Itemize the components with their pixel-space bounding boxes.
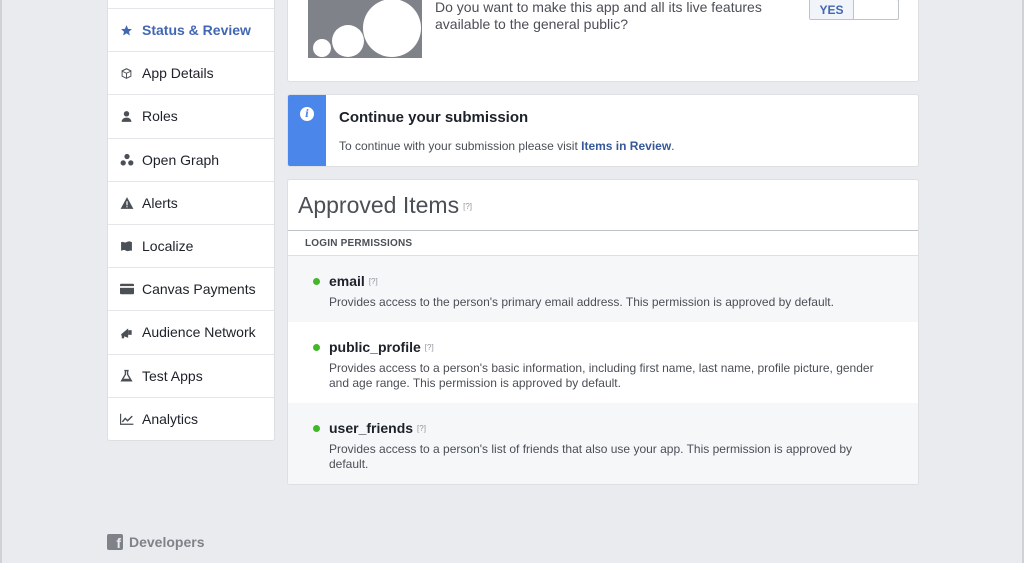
submission-text-end: . [671, 139, 675, 153]
permission-row-user-friends: user_friends [?] Provides access to a per… [288, 403, 918, 484]
footer-developers[interactable]: f Developers [107, 534, 204, 550]
permission-description: Provides access to the person's primary … [329, 295, 834, 309]
permission-description: Provides access to a person's list of fr… [329, 442, 852, 471]
sidebar-item-analytics[interactable]: Analytics [108, 398, 274, 441]
submission-text-lead: To continue with your submission please … [339, 139, 582, 153]
sidebar-item-localize[interactable]: Localize [108, 225, 274, 269]
sidebar-item-alerts[interactable]: Alerts [108, 182, 274, 225]
submission-title: Continue your submission [339, 109, 529, 126]
approved-status-dot [313, 278, 320, 285]
approved-status-dot [313, 425, 320, 432]
sidebar-item-label: Localize [142, 238, 194, 255]
permission-row-public-profile: public_profile [?] Provides access to a p… [288, 322, 918, 403]
permission-name: public_profile [329, 339, 421, 355]
sidebar-item-label: Status & Review [142, 22, 251, 39]
approved-status-dot [313, 344, 320, 351]
warning-icon [119, 195, 134, 210]
sidebar-item-status-review[interactable]: Status & Review [108, 9, 274, 53]
sidebar-item-app-details[interactable]: App Details [108, 52, 274, 96]
login-permissions-header: LOGIN PERMISSIONS [288, 230, 918, 256]
app-public-card: Do you want to make this app and all its… [287, 0, 919, 82]
items-in-review-link[interactable]: Items in Review [581, 139, 671, 153]
sidebar-item-label: Open Graph [142, 151, 220, 168]
permission-name: email [329, 273, 365, 289]
submission-info-card: i Continue your submission To continue w… [287, 94, 919, 167]
card-icon [119, 282, 134, 297]
chart-icon [119, 412, 134, 427]
sidebar-item-label: App Details [142, 65, 214, 82]
person-icon [119, 109, 134, 124]
footer-label: Developers [129, 534, 205, 550]
sidebar-item-audience-network[interactable]: Audience Network [108, 311, 274, 355]
flag-icon [119, 239, 134, 254]
info-strip: i [288, 95, 326, 166]
megaphone-icon [119, 325, 134, 340]
sidebar-item-label: Alerts [142, 194, 178, 211]
cube-icon [119, 66, 134, 81]
info-icon: i [300, 107, 314, 121]
sidebar-item-label: Roles [142, 108, 178, 125]
approved-items-title: Approved Items [?] [298, 192, 472, 219]
graph-nodes-icon [119, 152, 134, 167]
make-public-toggle[interactable]: YES [809, 0, 899, 20]
help-link[interactable]: [?] [369, 277, 378, 286]
help-link[interactable]: [?] [425, 343, 434, 352]
submission-text: To continue with your submission please … [339, 139, 675, 153]
sidebar-top [108, 0, 274, 9]
sidebar-item-roles[interactable]: Roles [108, 95, 274, 139]
toggle-yes[interactable]: YES [810, 0, 854, 19]
sidebar-item-label: Test Apps [142, 367, 203, 384]
permission-description: Provides access to a person's basic info… [329, 361, 874, 390]
sidebar-item-test-apps[interactable]: Test Apps [108, 355, 274, 398]
star-icon [119, 23, 134, 38]
sidebar: Status & Review App Details Roles Open G… [107, 0, 275, 441]
toggle-off-side[interactable] [854, 0, 898, 19]
flask-icon [119, 368, 134, 383]
sidebar-item-label: Analytics [142, 411, 199, 428]
sidebar-item-open-graph[interactable]: Open Graph [108, 139, 274, 182]
sidebar-item-label: Audience Network [142, 324, 256, 341]
help-link[interactable]: [?] [463, 202, 472, 211]
approved-title-text: Approved Items [298, 192, 460, 218]
facebook-logo-icon: f [107, 534, 123, 550]
permission-row-email: email [?] Provides access to the person's… [288, 256, 918, 322]
permission-name: user_friends [329, 420, 414, 436]
sidebar-item-label: Canvas Payments [142, 281, 256, 298]
help-link[interactable]: [?] [417, 424, 426, 433]
make-public-question: Do you want to make this app and all its… [435, 0, 762, 32]
app-image-placeholder [308, 0, 422, 58]
approved-items-card: Approved Items [?] LOGIN PERMISSIONS emai… [287, 179, 919, 485]
sidebar-item-canvas-payments[interactable]: Canvas Payments [108, 268, 274, 312]
